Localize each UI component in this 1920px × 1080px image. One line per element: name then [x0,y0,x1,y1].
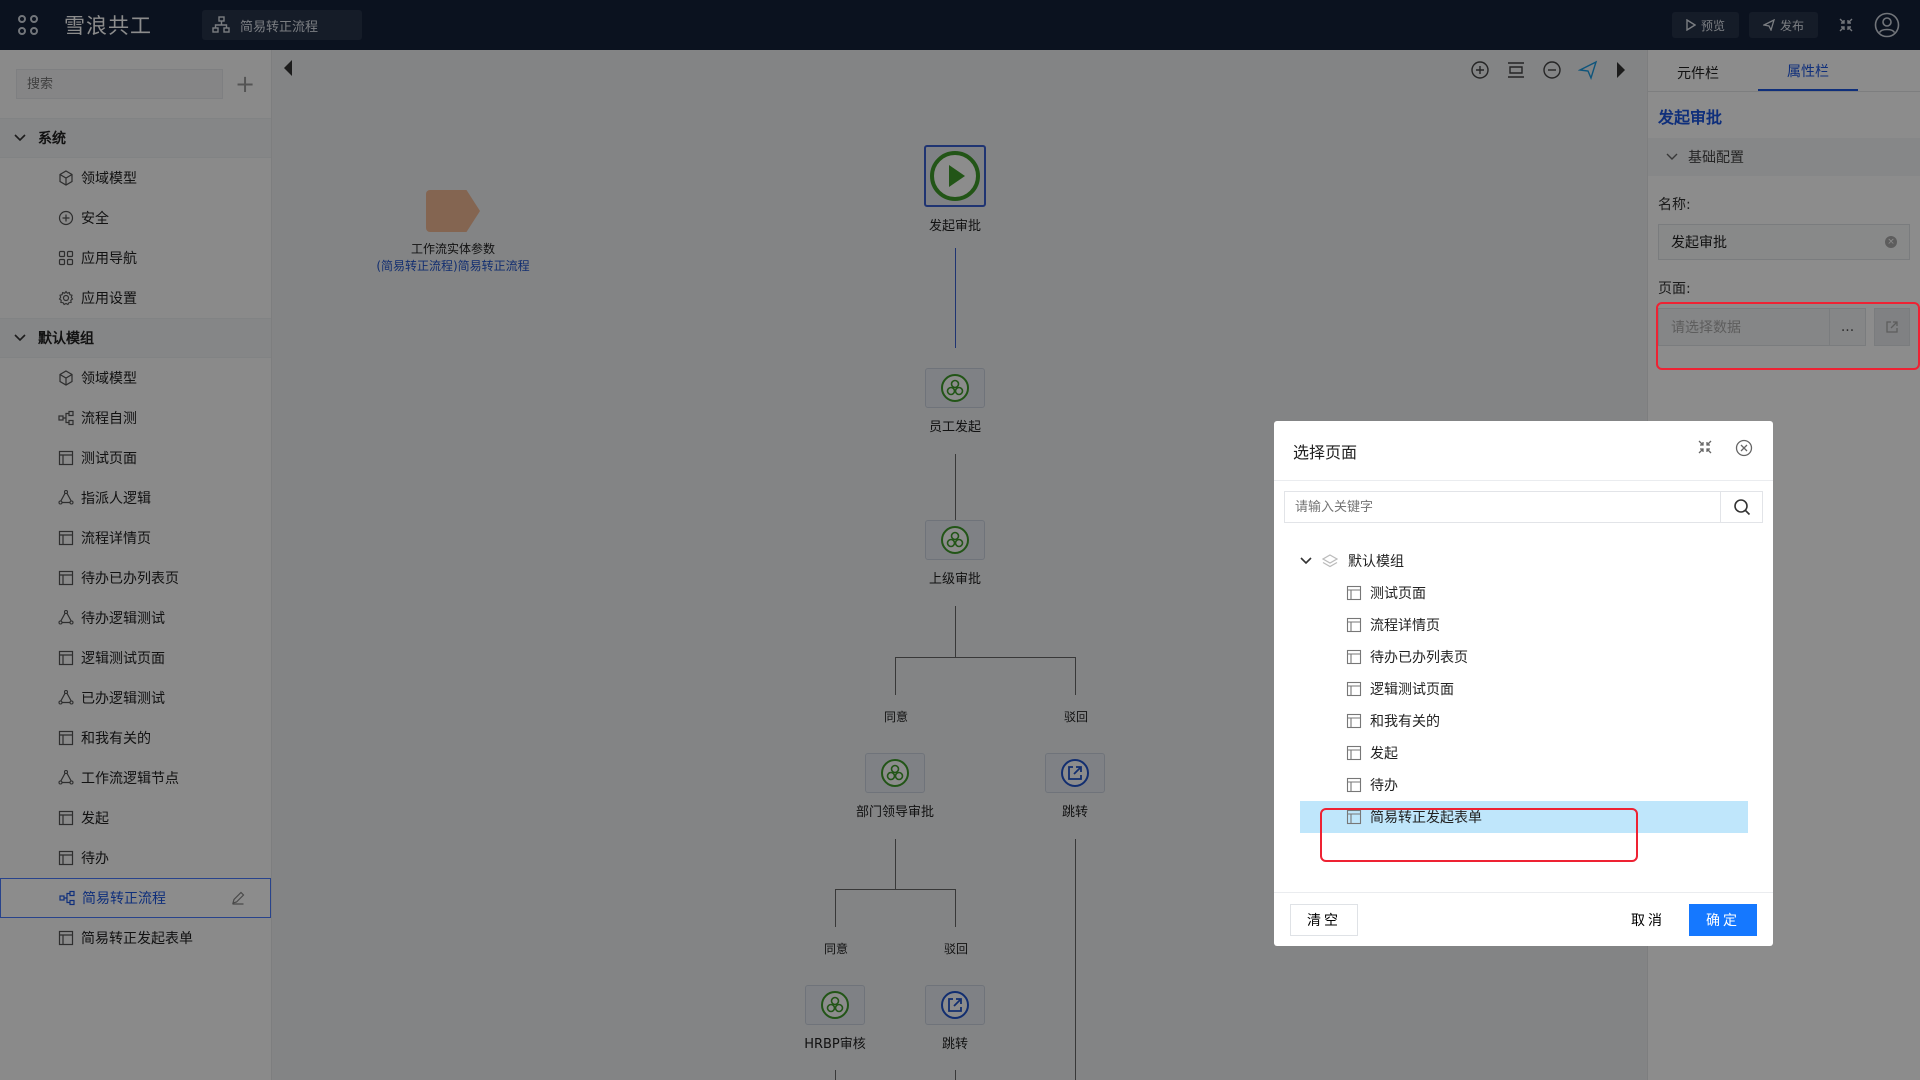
tree-item-label: 简易转正发起表单 [1370,810,1482,826]
confirm-button[interactable]: 确定 [1689,903,1757,936]
page-icon [1346,681,1362,697]
tree-item[interactable]: 发起 [1300,737,1748,769]
select-page-dialog: 选择页面 默认模组 测试页面 流程详情页 待办已办列表页 逻辑测试页面 和我有关… [1274,421,1773,946]
tree-item-label: 待办已办列表页 [1370,650,1468,666]
tree-item-label: 和我有关的 [1370,714,1440,730]
tree-item[interactable]: 和我有关的 [1300,705,1748,737]
dialog-header: 选择页面 [1274,421,1773,481]
clear-button[interactable]: 清空 [1290,903,1358,936]
tree-item-label: 待办 [1370,778,1398,794]
tree-item[interactable]: 待办 [1300,769,1748,801]
dialog-title: 选择页面 [1293,442,1358,462]
tree-item-label: 发起 [1370,746,1398,762]
tree-item[interactable]: 待办已办列表页 [1300,641,1748,673]
page-icon [1346,745,1362,761]
module-icon [1322,554,1338,568]
tree-item[interactable]: 流程详情页 [1300,609,1748,641]
page-icon [1346,617,1362,633]
tree-item[interactable]: 测试页面 [1300,577,1748,609]
page-icon [1346,713,1362,729]
tree-root-default-module[interactable]: 默认模组 [1300,545,1773,577]
page-tree: 默认模组 测试页面 流程详情页 待办已办列表页 逻辑测试页面 和我有关的 发起 … [1274,545,1773,833]
tree-item-label: 测试页面 [1370,586,1426,602]
dialog-search [1284,491,1763,523]
page-icon [1346,777,1362,793]
tree-root-label: 默认模组 [1348,554,1404,570]
cancel-button[interactable]: 取消 [1615,903,1681,936]
page-icon [1346,649,1362,665]
dialog-search-input[interactable] [1285,492,1720,522]
tree-item-label: 流程详情页 [1370,618,1440,634]
tree-item-label: 逻辑测试页面 [1370,682,1454,698]
dialog-footer: 清空 取消 确定 [1274,892,1773,946]
page-icon [1346,585,1362,601]
fullscreen-icon[interactable] [1697,439,1713,455]
dialog-tools [1697,439,1753,457]
chevron-down-icon [1300,557,1312,565]
search-button[interactable] [1720,492,1762,522]
close-icon[interactable] [1735,439,1753,457]
search-icon [1733,499,1750,516]
page-icon [1346,809,1362,825]
tree-item[interactable]: 逻辑测试页面 [1300,673,1748,705]
app-root: 雪浪共工 简易转正流程 预览 发布 + [0,0,1920,1080]
tree-item-selected[interactable]: 简易转正发起表单 [1300,801,1748,833]
